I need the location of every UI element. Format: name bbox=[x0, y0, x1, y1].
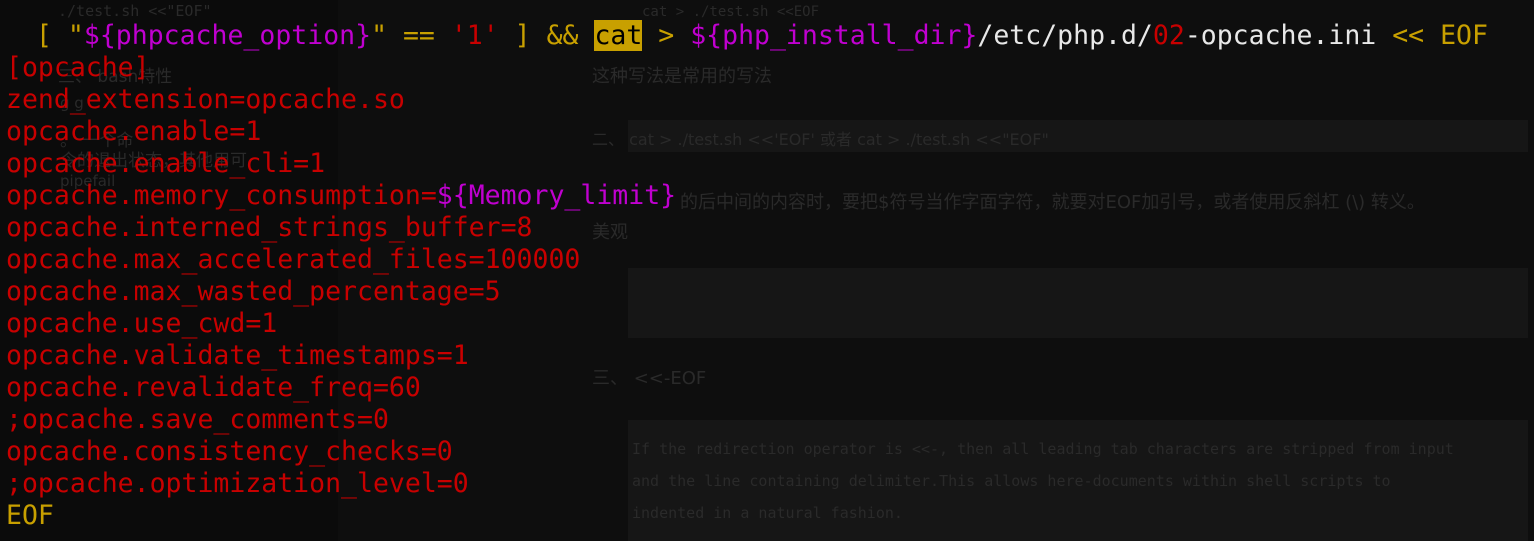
config-line: opcache.interned_strings_buffer=8 bbox=[6, 212, 533, 243]
background-text: 美观 bbox=[592, 222, 628, 243]
config-line: opcache.max_wasted_percentage=5 bbox=[6, 276, 501, 307]
redirect-operator: > bbox=[642, 20, 691, 51]
path-part: /etc/php.d/ bbox=[977, 20, 1153, 51]
config-line: opcache.revalidate_freq=60 bbox=[6, 372, 421, 403]
path-filename: -opcache.ini bbox=[1184, 20, 1377, 51]
heredoc-operator: << EOF bbox=[1376, 20, 1488, 51]
heredoc-terminator: EOF bbox=[6, 500, 54, 531]
cat-command-highlight: cat bbox=[594, 20, 643, 51]
and-operator: ] && bbox=[498, 20, 595, 51]
config-line-memory: opcache.memory_consumption=${Memory_limi… bbox=[6, 180, 676, 212]
config-line-commented: ;opcache.save_comments=0 bbox=[6, 404, 389, 435]
background-text: 二、 cat > ./test.sh <<'EOF' 或者 cat > ./te… bbox=[592, 130, 1049, 149]
path-number: 02 bbox=[1152, 20, 1185, 51]
config-line-commented: ;opcache.optimization_level=0 bbox=[6, 468, 469, 499]
config-line: opcache.consistency_checks=0 bbox=[6, 436, 453, 467]
bracket-open: [ " bbox=[36, 20, 84, 51]
background-text: cat > ./test.sh <<EOF bbox=[642, 4, 820, 20]
memory-limit-var: ${Memory_limit} bbox=[436, 180, 677, 211]
background-text: ./test.sh <<"EOF" bbox=[58, 2, 212, 20]
background-text: indented in a natural fashion. bbox=[632, 504, 903, 522]
config-line: opcache.use_cwd=1 bbox=[6, 308, 278, 339]
config-line: opcache.max_accelerated_files=100000 bbox=[6, 244, 581, 275]
equals-operator: " == bbox=[371, 20, 451, 51]
background-text: 三、 <<-EOF bbox=[592, 368, 707, 389]
background-text: and the line containing delimiter.This a… bbox=[632, 472, 1391, 490]
memory-key: opcache.memory_consumption= bbox=[6, 180, 437, 211]
config-line: opcache.enable=1 bbox=[6, 116, 262, 147]
background-text: 的后中间的内容时，要把$符号当作字面字符，就要对EOF加引号，或者使用反斜杠 (… bbox=[680, 192, 1425, 213]
background-text: 这种写法是常用的写法 bbox=[592, 66, 772, 87]
section-header: [opcache] bbox=[6, 52, 150, 83]
option-value: '1' bbox=[450, 20, 499, 51]
config-line: opcache.enable_cli=1 bbox=[6, 148, 326, 179]
config-line: zend_extension=opcache.so bbox=[6, 84, 405, 115]
background-code-box bbox=[628, 268, 1528, 338]
php-install-dir-var: ${php_install_dir} bbox=[690, 20, 978, 51]
config-line: opcache.validate_timestamps=1 bbox=[6, 340, 469, 371]
phpcache-option-var: ${phpcache_option} bbox=[83, 20, 372, 51]
background-text: If the redirection operator is <<-, then… bbox=[632, 440, 1454, 458]
heredoc-command-line: [ "${phpcache_option}" == '1' ] && cat >… bbox=[36, 20, 1488, 52]
